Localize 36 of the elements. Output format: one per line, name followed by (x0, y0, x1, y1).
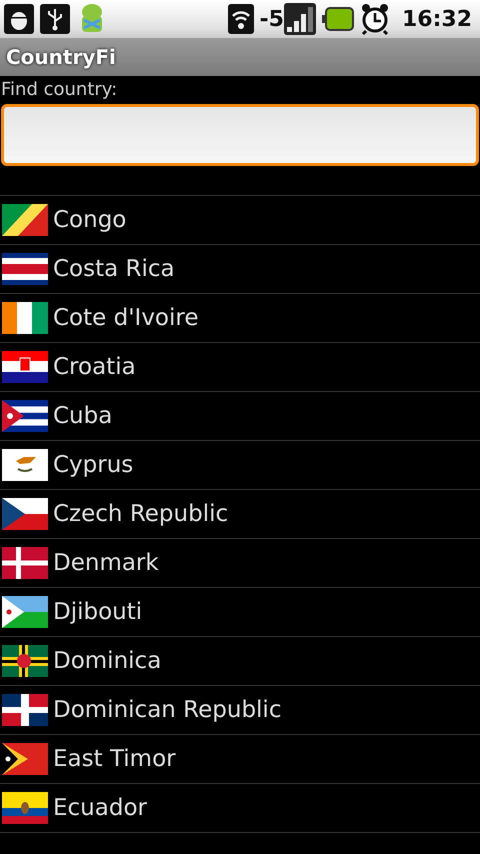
flag-icon (2, 498, 48, 530)
flag-icon (2, 596, 48, 628)
wifi-icon[interactable] (228, 4, 254, 34)
country-name[interactable]: Denmark (53, 550, 159, 576)
battery-icon[interactable] (322, 7, 354, 31)
flag-icon (2, 253, 48, 285)
country-name[interactable]: Cuba (53, 403, 112, 429)
country-name[interactable]: Dominica (53, 648, 162, 674)
country-name[interactable]: Dominican Republic (53, 697, 282, 723)
signal-strength-text: -5 (260, 6, 284, 32)
usb-icon[interactable] (40, 4, 70, 34)
country-name[interactable]: Cote d'Ivoire (53, 305, 198, 331)
country-name[interactable]: Croatia (53, 354, 136, 380)
signal-icon[interactable] (284, 3, 316, 35)
flag-icon (2, 694, 48, 726)
flag-icon (2, 204, 48, 236)
country-name[interactable]: Ecuador (53, 795, 147, 821)
alarm-clock-icon[interactable] (360, 3, 390, 35)
country-name[interactable]: Czech Republic (53, 501, 228, 527)
flag-icon (2, 302, 48, 334)
app-title: CountryFi (6, 45, 116, 69)
clock-time: 16:32 (402, 6, 472, 32)
country-name[interactable]: Cyprus (53, 452, 134, 478)
search-field[interactable] (1, 104, 479, 166)
country-name[interactable]: Costa Rica (53, 256, 175, 282)
flag-icon (2, 449, 48, 481)
flag-icon (2, 792, 48, 824)
country-name[interactable]: East Timor (53, 746, 176, 772)
flag-icon (2, 547, 48, 579)
flag-icon (2, 645, 48, 677)
country-name[interactable]: Congo (53, 207, 126, 233)
country-name[interactable]: Djibouti (53, 599, 142, 625)
flag-icon (2, 743, 48, 775)
flag-icon (2, 351, 48, 383)
flag-icon (2, 400, 48, 432)
find-country-label: Find country: (0, 78, 118, 102)
